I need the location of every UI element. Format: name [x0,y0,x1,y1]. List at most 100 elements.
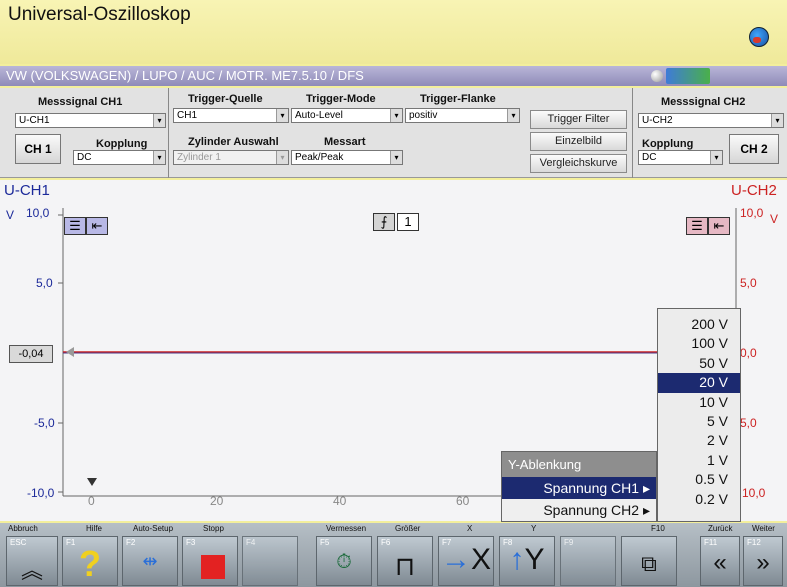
globe-icon[interactable] [749,27,769,47]
cylinder-select: Zylinder 1 ▾ [173,150,289,165]
ch1-button[interactable]: CH 1 [15,134,61,164]
abort-button[interactable]: ESC ︽ [6,536,58,586]
chevron-right-icon: ▸ [642,502,650,518]
arrow-up-y-icon: ↑Y [509,543,545,576]
zoom-button[interactable]: F6 ⊓ [377,536,433,586]
x-tick: 40 [333,494,347,508]
voltage-option[interactable]: 100 V [658,334,740,353]
compare-curve-button[interactable]: Vergleichskurve [530,154,627,173]
single-image-button[interactable]: Einzelbild [530,132,627,151]
f9-button[interactable]: F9 [560,536,616,586]
chevron-down-icon: ▾ [276,109,288,122]
arrow-right-x-icon: →X [440,543,491,576]
function-key-bar: Abbruch Hilfe Auto-Setup Stopp Vermessen… [0,523,787,587]
ch2-scale-icon[interactable]: ☰ [686,217,708,235]
double-chevron-up-icon: ︽ [20,558,43,583]
voltage-option[interactable]: 1 V [658,451,740,470]
forward-button[interactable]: F12 » [743,536,783,586]
fkey-caption: X [467,524,473,533]
y-deflection-menu: Y-Ablenkung Spannung CH1 ▸ Spannung CH2 … [501,451,657,522]
window-switch-button[interactable]: ⧉ [621,536,677,586]
measure-button[interactable]: F5 ⏱ [316,536,372,586]
x-axis-button[interactable]: F7 →X [438,536,494,586]
double-chevron-left-icon: « [713,549,727,576]
stop-icon [201,555,225,579]
ch2-shift-icon[interactable]: ⇤ [708,217,730,235]
chevron-down-icon: ▾ [153,114,165,127]
divider [632,88,633,178]
control-panel: Messsignal CH1 U-CH1 ▾ CH 1 Kopplung DC ▾ … [0,88,787,178]
voltage-option-selected[interactable]: 20 V [658,373,740,393]
ch2-signal-select[interactable]: U-CH2 ▾ [638,113,784,128]
menu-item-voltage-ch1[interactable]: Spannung CH1 ▸ [502,477,656,499]
vehicle-path: VW (VOLKSWAGEN) / LUPO / AUC / MOTR. ME7… [6,68,364,83]
fkey-caption: Auto-Setup [133,524,174,533]
trigger-channel-indicator: 1 [397,213,419,231]
fkey-caption: Hilfe [86,524,103,533]
y-left-tick: 5,0 [36,276,53,290]
fkey-caption: Weiter [752,524,775,533]
voltage-option[interactable]: 10 V [658,393,740,412]
trigger-edge-icon[interactable]: ⨍ [373,213,395,231]
trigger-filter-button[interactable]: Trigger Filter [530,110,627,129]
ch1-coupling-select[interactable]: DC ▾ [73,150,166,165]
y-left-tick: 10,0 [26,206,50,220]
chevron-down-icon: ▾ [390,109,402,122]
auto-setup-button[interactable]: F2 ⇹ [122,536,178,586]
ch1-scale-icon[interactable]: ☰ [64,217,86,235]
auto-setup-icon: ⇹ [142,551,158,571]
y-axis-button[interactable]: F8 ↑Y [499,536,555,586]
y-right-tick: 5,0 [740,276,757,290]
fkey-caption: Stopp [203,524,224,533]
trigger-source-label: Trigger-Quelle [188,93,263,105]
chevron-down-icon: ▾ [390,151,402,164]
chevron-right-icon: ▸ [642,480,650,496]
y-right-tick: 0,0 [740,346,757,360]
trigger-edge-select[interactable]: positiv ▾ [405,108,520,123]
help-button[interactable]: F1 ? [62,536,118,586]
ch1-offset-value[interactable]: -0,04 [9,345,53,363]
voltage-option[interactable]: 200 V [658,315,740,334]
f4-button[interactable]: F4 [242,536,298,586]
ch1-shift-icon[interactable]: ⇤ [86,217,108,235]
question-mark-icon: ? [79,543,101,584]
ch1-signal-select[interactable]: U-CH1 ▾ [15,113,166,128]
y-left-tick: -5,0 [34,416,55,430]
divider [168,88,169,178]
fkey-caption: Y [531,524,537,533]
window-switch-icon: ⧉ [641,551,657,576]
measure-type-select[interactable]: Peak/Peak ▾ [291,150,403,165]
chevron-down-icon: ▾ [710,151,722,164]
voltage-option[interactable]: 50 V [658,354,740,373]
brand-logo-icon [666,68,710,84]
chevron-down-icon: ▾ [153,151,165,164]
ch2-button[interactable]: CH 2 [729,134,779,164]
title-bar: Universal-Oszilloskop [0,0,787,64]
voltage-option[interactable]: 2 V [658,431,740,450]
menu-title: Y-Ablenkung [502,452,656,477]
trigger-mode-select[interactable]: Auto-Level ▾ [291,108,403,123]
fkey-caption: Größer [395,524,421,533]
ch1-coupling-label: Kopplung [96,138,148,150]
ch2-signal-label: Messsignal CH2 [661,96,746,108]
trigger-mode-label: Trigger-Mode [306,93,376,105]
voltage-option[interactable]: 0.5 V [658,470,740,489]
caliper-icon: ⏱ [336,551,352,573]
x-tick: 0 [88,494,95,508]
breadcrumb: VW (VOLKSWAGEN) / LUPO / AUC / MOTR. ME7… [0,66,787,86]
pulse-icon: ⊓ [394,551,416,581]
ch2-coupling-select[interactable]: DC ▾ [638,150,723,165]
ch2-coupling-label: Kopplung [642,138,694,150]
voltage-option[interactable]: 0.2 V [658,490,740,509]
voltage-option[interactable]: 5 V [658,412,740,431]
trigger-edge-label: Trigger-Flanke [420,93,496,105]
stop-button[interactable]: F3 [182,536,238,586]
fkey-caption: Abbruch [8,524,38,533]
voltage-scale-menu: 200 V 100 V 50 V 20 V 10 V 5 V 2 V 1 V 0… [657,308,741,522]
trigger-source-select[interactable]: CH1 ▾ [173,108,289,123]
menu-item-voltage-ch2[interactable]: Spannung CH2 ▸ [502,499,656,521]
window-title: Universal-Oszilloskop [8,4,191,25]
y-right-tick: 10,0 [740,206,764,220]
back-button[interactable]: F11 « [700,536,740,586]
double-chevron-right-icon: » [756,549,770,576]
